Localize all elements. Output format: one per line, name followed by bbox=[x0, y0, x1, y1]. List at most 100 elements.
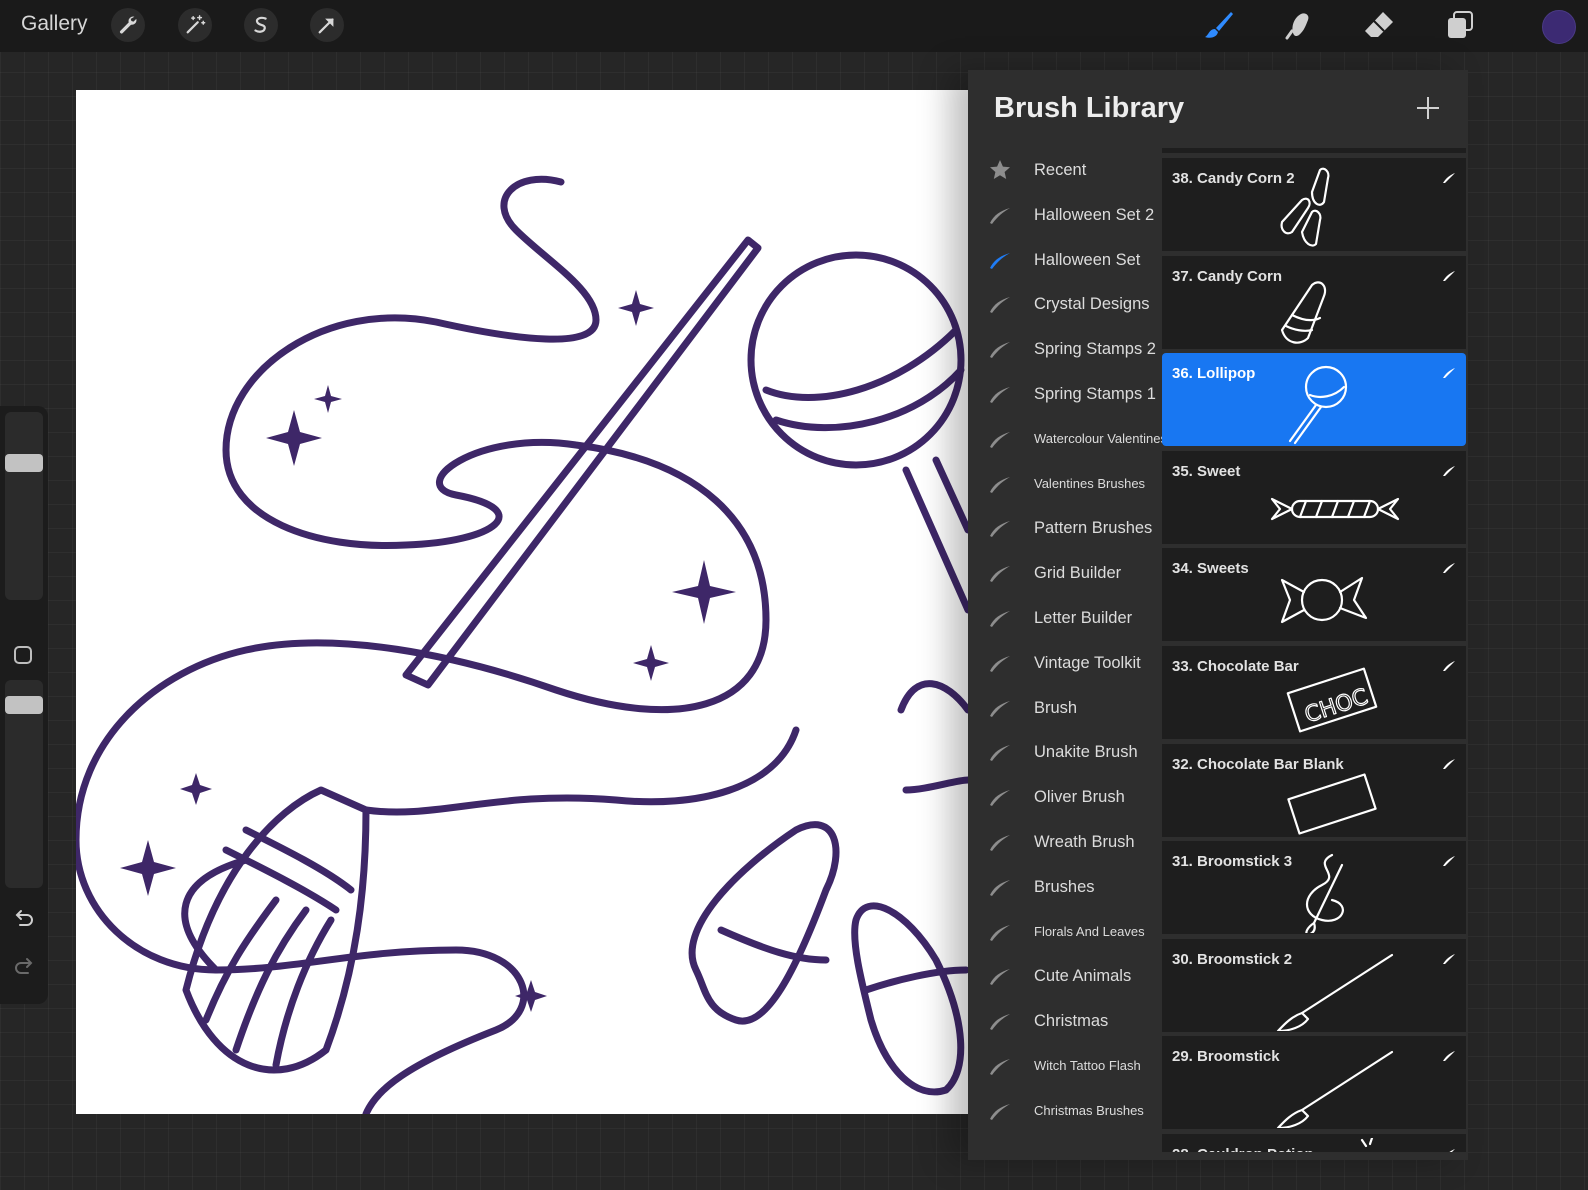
wrench-icon[interactable] bbox=[111, 8, 145, 42]
brush-set-item[interactable]: Cute Animals bbox=[968, 954, 1164, 999]
layers-icon[interactable] bbox=[1444, 9, 1476, 41]
brush-preview-wrapped-sweet bbox=[1270, 497, 1400, 520]
brush-set-label: Letter Builder bbox=[1034, 608, 1133, 627]
brush-item-partial[interactable] bbox=[1162, 148, 1466, 153]
brush-name: 31. Broomstick 3 bbox=[1172, 853, 1293, 871]
brush-stroke-icon bbox=[990, 342, 1010, 359]
brush-set-item[interactable]: Vintage Toolkit bbox=[968, 641, 1164, 686]
brush-set-label: Oliver Brush bbox=[1034, 788, 1125, 807]
brush-set-label: Christmas Brushes bbox=[1034, 1102, 1144, 1118]
brush-preview-lollipop bbox=[1288, 366, 1348, 445]
brush-set-list: Recent Halloween Set 2 Halloween Set Crysta… bbox=[968, 148, 1167, 1134]
brush-name: 29. Broomstick bbox=[1172, 1048, 1280, 1066]
brush-stroke-icon bbox=[1443, 1051, 1455, 1062]
brush-stroke-icon bbox=[1443, 465, 1455, 476]
brush-set-label: Wreath Brush bbox=[1034, 832, 1135, 851]
brush-set-item[interactable]: Halloween Set 2 bbox=[968, 193, 1164, 238]
brush-set-label: Christmas bbox=[1034, 1012, 1109, 1031]
brush-item[interactable]: 29. Broomstick bbox=[1162, 1036, 1466, 1130]
brush-stroke-icon bbox=[990, 521, 1010, 538]
brush-stroke-icon bbox=[990, 700, 1010, 717]
brush-item[interactable]: 32. Chocolate Bar Blank bbox=[1162, 743, 1466, 837]
brush-set-label: Valentines Brushes bbox=[1034, 475, 1146, 491]
brush-stroke-icon bbox=[1443, 368, 1455, 379]
brush-name: 37. Candy Corn bbox=[1172, 267, 1283, 285]
drawing-canvas[interactable] bbox=[76, 90, 968, 1114]
undo-icon[interactable] bbox=[12, 906, 36, 930]
brush-item[interactable]: 37. Candy Corn bbox=[1162, 255, 1466, 349]
brush-stroke-icon bbox=[990, 297, 1010, 314]
brush-stroke-icon bbox=[990, 655, 1010, 672]
brush-item[interactable]: 30. Broomstick 2 bbox=[1162, 938, 1466, 1032]
brush-list: 38. Candy Corn 2 37. Candy Corn 36. Lollip… bbox=[1162, 148, 1466, 1152]
brush-set-item[interactable]: Valentines Brushes bbox=[968, 462, 1164, 507]
brush-item[interactable]: 35. Sweet bbox=[1162, 450, 1466, 544]
brush-set-item[interactable]: Florals And Leaves bbox=[968, 910, 1164, 955]
modify-button[interactable] bbox=[14, 646, 32, 664]
brush-icon[interactable] bbox=[1203, 9, 1235, 41]
brush-set-label: Witch Tattoo Flash bbox=[1034, 1057, 1141, 1073]
brush-stroke-icon bbox=[1443, 661, 1455, 671]
redo-icon[interactable] bbox=[12, 954, 36, 978]
brush-size-slider[interactable] bbox=[5, 412, 43, 600]
brush-set-item[interactable]: Christmas bbox=[968, 999, 1164, 1044]
brush-set-item[interactable]: Watercolour Valentines bbox=[968, 417, 1167, 462]
eraser-icon[interactable] bbox=[1363, 9, 1395, 41]
selection-s-icon[interactable] bbox=[244, 8, 278, 42]
brush-set-label: Unakite Brush bbox=[1034, 743, 1138, 762]
brush-item[interactable]: CHOC 33. Chocolate Bar bbox=[1162, 646, 1466, 739]
brush-set-item[interactable]: Oliver Brush bbox=[968, 775, 1164, 820]
brush-stroke-icon bbox=[990, 207, 1010, 224]
transform-arrow-icon[interactable] bbox=[310, 8, 344, 42]
brush-item[interactable]: 36. Lollipop bbox=[1162, 353, 1466, 447]
brush-stroke-icon bbox=[990, 1103, 1010, 1120]
brush-item[interactable]: 38. Candy Corn 2 bbox=[1162, 158, 1466, 251]
brush-size-thumb[interactable] bbox=[5, 454, 43, 472]
brush-set-item[interactable]: Crystal Designs bbox=[968, 282, 1164, 327]
brush-set-item[interactable]: Spring Stamps 2 bbox=[968, 327, 1164, 372]
brush-set-label: Spring Stamps 1 bbox=[1034, 384, 1156, 403]
brush-set-label: Spring Stamps 2 bbox=[1034, 340, 1156, 359]
brush-stroke-icon bbox=[1443, 856, 1455, 867]
brush-library-panel: Brush Library Recent Halloween Set 2 Hallo… bbox=[968, 70, 1468, 1160]
brush-name: 32. Chocolate Bar Blank bbox=[1172, 755, 1344, 773]
top-toolbar: Gallery bbox=[0, 0, 1588, 52]
brush-set-item[interactable]: Spring Stamps 1 bbox=[968, 372, 1164, 417]
brush-stroke-icon bbox=[990, 566, 1010, 583]
opacity-thumb[interactable] bbox=[5, 696, 43, 714]
gallery-button[interactable]: Gallery bbox=[21, 12, 88, 36]
brush-stroke-icon bbox=[990, 1058, 1010, 1075]
brush-set-label: Vintage Toolkit bbox=[1034, 653, 1141, 672]
magic-wand-icon[interactable] bbox=[178, 8, 212, 42]
brush-set-item[interactable]: Grid Builder bbox=[968, 551, 1164, 596]
brush-set-item[interactable]: Brush bbox=[968, 686, 1164, 731]
brush-stroke-icon bbox=[990, 386, 1010, 403]
plus-icon[interactable] bbox=[1416, 96, 1440, 120]
brush-item[interactable]: 34. Sweets bbox=[1162, 548, 1466, 642]
brush-item[interactable]: 28. Cauldron Potion bbox=[1162, 1134, 1466, 1152]
brush-set-item[interactable]: Unakite Brush bbox=[968, 730, 1164, 775]
brush-set-item[interactable]: Witch Tattoo Flash bbox=[968, 1044, 1164, 1089]
brush-stroke-icon bbox=[1443, 173, 1455, 183]
color-picker-button[interactable] bbox=[1542, 10, 1576, 44]
brush-set-item[interactable]: Halloween Set bbox=[968, 238, 1164, 283]
brush-stroke-icon bbox=[990, 252, 1010, 269]
brush-stroke-icon bbox=[990, 924, 1010, 941]
brush-stroke-icon bbox=[990, 969, 1010, 986]
brush-set-label: Recent bbox=[1034, 161, 1087, 179]
brush-set-label: Watercolour Valentines bbox=[1034, 430, 1167, 446]
brush-set-item[interactable]: Brushes bbox=[968, 865, 1164, 910]
canvas-artwork bbox=[76, 175, 968, 1114]
brush-set-label: Halloween Set bbox=[1034, 250, 1141, 269]
brush-set-label: Crystal Designs bbox=[1034, 295, 1150, 314]
brush-set-item[interactable]: Christmas Brushes bbox=[968, 1089, 1164, 1134]
brush-set-label: Brushes bbox=[1034, 877, 1095, 896]
smudge-icon[interactable] bbox=[1283, 9, 1315, 41]
brush-name: 30. Broomstick 2 bbox=[1172, 950, 1293, 968]
brush-set-item[interactable]: Letter Builder bbox=[968, 596, 1164, 641]
brush-set-item[interactable]: Recent bbox=[968, 148, 1164, 193]
brush-set-item[interactable]: Pattern Brushes bbox=[968, 506, 1164, 551]
brush-item[interactable]: 31. Broomstick 3 bbox=[1162, 841, 1466, 935]
svg-text:CHOC: CHOC bbox=[1302, 685, 1371, 729]
brush-set-item[interactable]: Wreath Brush bbox=[968, 820, 1164, 865]
